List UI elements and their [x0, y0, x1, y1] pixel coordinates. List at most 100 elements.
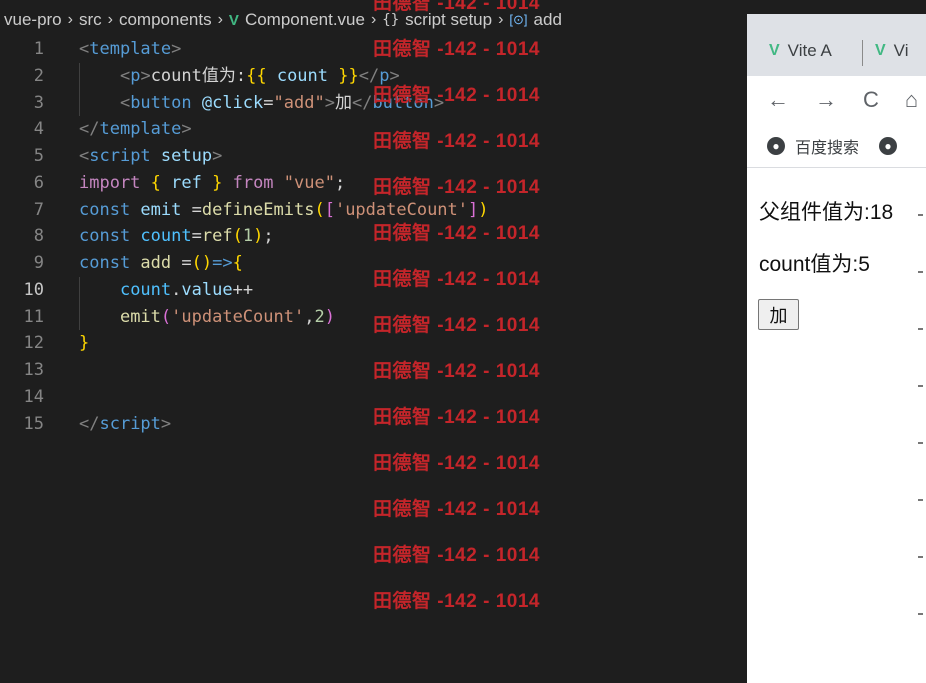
globe-icon[interactable]: ●: [879, 136, 898, 155]
reload-icon[interactable]: C: [863, 87, 879, 113]
code-token: from: [222, 172, 274, 193]
watermark-text: 田德智 -142 - 1014: [373, 591, 540, 612]
line-number: 2: [33, 65, 44, 86]
code-token: >: [160, 413, 172, 434]
watermark-text: 田德智 -142 - 1014: [373, 315, 540, 336]
code-token: =: [263, 92, 274, 113]
code-token: ;: [263, 226, 274, 247]
code-token: >: [171, 39, 182, 59]
code-token: @click: [191, 92, 264, 113]
indent-guide: [79, 303, 80, 331]
code-token: "vue": [273, 172, 335, 193]
code-token: ref: [201, 226, 233, 247]
code-token: ,: [304, 306, 315, 327]
line-number: 11: [23, 306, 44, 327]
code-token: script: [99, 413, 161, 434]
indent-guide: [79, 276, 80, 304]
code-text: }: [79, 330, 89, 357]
code-token: </: [351, 92, 373, 113]
code-text: </script>: [79, 411, 171, 438]
line-number: 1: [33, 39, 44, 59]
breadcrumb-file[interactable]: Component.vue: [245, 10, 365, 30]
code-token: ++: [232, 279, 254, 300]
code-token: ): [478, 199, 489, 220]
code-text: const add =()=>{: [79, 250, 243, 277]
code-token: =: [171, 253, 192, 273]
home-icon[interactable]: ⌂: [905, 87, 918, 113]
watermark-text: 田德智 -142 - 1014: [373, 0, 540, 14]
watermark-text: 田德智 -142 - 1014: [373, 453, 540, 474]
code-token: ;: [334, 172, 346, 193]
code-token: script: [89, 146, 151, 166]
breadcrumb-src[interactable]: src: [79, 10, 102, 30]
vue-file-icon: V: [228, 11, 239, 29]
bookmarks-bar: ● 百度搜索 ●: [747, 124, 926, 168]
code-token: .: [171, 279, 182, 300]
code-token: emit: [130, 199, 192, 220]
code-text: emit('updateCount',2): [79, 304, 335, 331]
globe-icon: ●: [767, 136, 785, 155]
breadcrumb-project[interactable]: vue-pro: [4, 10, 62, 30]
code-token: {: [150, 172, 161, 193]
code-token: 加: [334, 92, 352, 113]
code-token: (: [232, 226, 243, 247]
code-text: import { ref } from "vue";: [79, 170, 345, 197]
bookmark-baidu[interactable]: 百度搜索: [795, 134, 859, 158]
code-token: const: [79, 226, 131, 247]
code-token: ref: [160, 172, 213, 193]
tab-divider: [862, 40, 863, 66]
browser-tab[interactable]: V Vi: [875, 36, 908, 66]
code-token: 'updateCount': [171, 306, 305, 327]
watermark-text: 田德智 -142 - 1014: [373, 269, 540, 290]
breadcrumb-components[interactable]: components: [119, 10, 212, 30]
watermark-text: 田德智 -142 - 1014: [373, 131, 540, 152]
code-token: template: [99, 119, 182, 140]
line-number: 7: [33, 199, 44, 220]
code-token: }}: [338, 65, 359, 86]
line-number: 3: [33, 92, 44, 113]
code-text: </template>: [79, 116, 192, 143]
code-text: <script setup>: [79, 143, 222, 170]
forward-arrow-icon[interactable]: →: [815, 87, 837, 113]
vite-tab-icon: V: [769, 42, 780, 59]
code-token: </: [79, 119, 100, 140]
indent-guide: [79, 62, 80, 90]
code-token: import: [79, 172, 141, 193]
code-token: setup: [150, 146, 213, 166]
line-number: 9: [33, 253, 44, 273]
line-number: 5: [33, 146, 44, 166]
code-token: =: [191, 226, 202, 247]
code-token: =>: [212, 253, 233, 273]
code-text: const count=ref(1);: [79, 223, 274, 250]
code-token: ): [201, 253, 213, 273]
browser-window: V Vite A V Vi ← → C ⌂ ● 百度搜索 ● 父组件值为:18 …: [747, 14, 926, 683]
add-button[interactable]: 加: [758, 299, 799, 330]
line-number: 13: [23, 360, 44, 380]
code-token: {: [232, 253, 243, 273]
vite-tab-icon: V: [875, 42, 886, 59]
code-token: =: [191, 199, 202, 220]
code-token: <: [79, 146, 90, 166]
code-token: ): [253, 226, 264, 247]
code-token: add: [130, 253, 172, 273]
chevron-right-icon: ›: [67, 11, 73, 28]
browser-tab-bar: V Vite A V Vi: [747, 14, 926, 76]
code-editor[interactable]: vue-pro › src › components › V Component…: [0, 0, 747, 683]
code-token: <: [79, 39, 90, 59]
code-token: (: [314, 199, 325, 220]
back-arrow-icon[interactable]: ←: [767, 87, 789, 113]
code-token: </: [79, 413, 100, 434]
code-token: <: [79, 65, 131, 86]
tab-title: Vite A: [787, 41, 832, 60]
line-number: 10: [23, 279, 44, 300]
code-token: (: [160, 306, 172, 327]
watermark-text: 田德智 -142 - 1014: [373, 545, 540, 566]
watermark-text: 田德智 -142 - 1014: [373, 499, 540, 520]
count-value-text: count值为:5: [759, 253, 870, 276]
code-token: "add": [273, 92, 325, 113]
line-number: 8: [33, 226, 44, 247]
browser-tab[interactable]: V Vite A: [769, 36, 832, 66]
code-token: emit: [119, 306, 161, 327]
code-token: [: [324, 199, 335, 220]
